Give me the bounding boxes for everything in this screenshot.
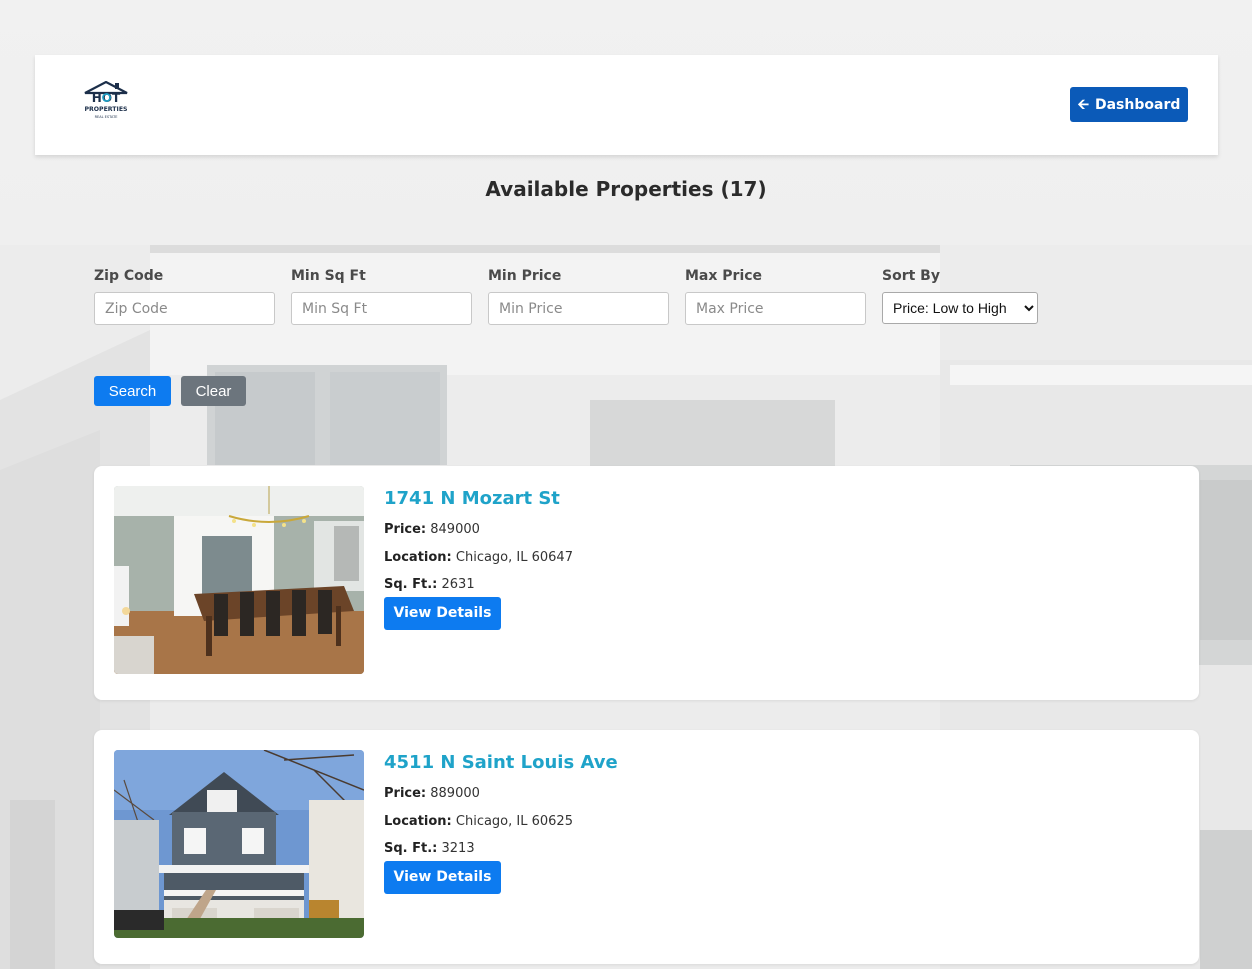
price-value: 889000: [430, 786, 480, 801]
min-price-label: Min Price: [488, 268, 562, 284]
dashboard-button-label: Dashboard: [1094, 96, 1181, 113]
property-address-link[interactable]: 1741 N Mozart St: [384, 488, 573, 514]
sqft-value: 2631: [441, 577, 475, 592]
sort-by-field: Sort By Price: Low to High: [882, 268, 1038, 324]
property-location: Location: Chicago, IL 60647: [384, 550, 573, 570]
property-price: Price: 889000: [384, 786, 618, 806]
location-value: Chicago, IL 60647: [455, 549, 573, 565]
location-label: Location:: [384, 813, 452, 829]
property-price: Price: 849000: [384, 522, 573, 542]
sqft-value: 3213: [441, 841, 475, 856]
location-value: Chicago, IL 60625: [455, 813, 573, 829]
zip-code-field: Zip Code: [94, 268, 275, 325]
max-price-input[interactable]: [685, 292, 866, 325]
page-title: Available Properties (17): [485, 177, 767, 201]
view-details-button[interactable]: View Details: [384, 860, 501, 894]
property-address-link[interactable]: 4511 N Saint Louis Ave: [384, 752, 618, 778]
svg-text:HOT: HOT: [92, 91, 121, 105]
property-info: 4511 N Saint Louis Ave Price: 889000 Loc…: [384, 752, 618, 894]
svg-text:REAL ESTATE: REAL ESTATE: [95, 115, 118, 119]
min-sqft-input[interactable]: [291, 292, 472, 325]
min-sqft-label: Min Sq Ft: [291, 268, 366, 284]
sort-by-label: Sort By: [882, 268, 940, 284]
price-label: Price:: [384, 522, 427, 537]
max-price-field: Max Price: [685, 268, 866, 325]
arrow-left-icon: 🡨: [1077, 96, 1089, 113]
property-sqft: Sq. Ft.: 2631: [384, 577, 573, 597]
min-price-field: Min Price: [488, 268, 669, 325]
price-value: 849000: [430, 522, 480, 537]
top-header: HOT PROPERTIES REAL ESTATE 🡨 Dashboard: [35, 55, 1218, 155]
property-sqft: Sq. Ft.: 3213: [384, 841, 618, 861]
location-label: Location:: [384, 549, 452, 565]
property-card: 4511 N Saint Louis Ave Price: 889000 Loc…: [94, 730, 1199, 964]
property-card: 1741 N Mozart St Price: 849000 Location:…: [94, 466, 1199, 700]
price-label: Price:: [384, 786, 427, 801]
min-sqft-field: Min Sq Ft: [291, 268, 472, 325]
hot-properties-logo[interactable]: HOT PROPERTIES REAL ESTATE: [81, 80, 131, 121]
zip-code-input[interactable]: [94, 292, 275, 325]
svg-text:PROPERTIES: PROPERTIES: [84, 106, 127, 113]
view-details-button[interactable]: View Details: [384, 596, 501, 630]
property-photo[interactable]: [114, 486, 364, 674]
clear-button[interactable]: Clear: [181, 376, 246, 406]
sort-by-select[interactable]: Price: Low to High: [882, 292, 1038, 324]
property-location: Location: Chicago, IL 60625: [384, 814, 618, 834]
min-price-input[interactable]: [488, 292, 669, 325]
max-price-label: Max Price: [685, 268, 763, 284]
property-photo[interactable]: [114, 750, 364, 938]
property-info: 1741 N Mozart St Price: 849000 Location:…: [384, 488, 573, 630]
search-button[interactable]: Search: [94, 376, 171, 406]
sqft-label: Sq. Ft.:: [384, 841, 438, 856]
sqft-label: Sq. Ft.:: [384, 577, 438, 592]
zip-code-label: Zip Code: [94, 268, 164, 284]
dashboard-button[interactable]: 🡨 Dashboard: [1070, 87, 1188, 122]
